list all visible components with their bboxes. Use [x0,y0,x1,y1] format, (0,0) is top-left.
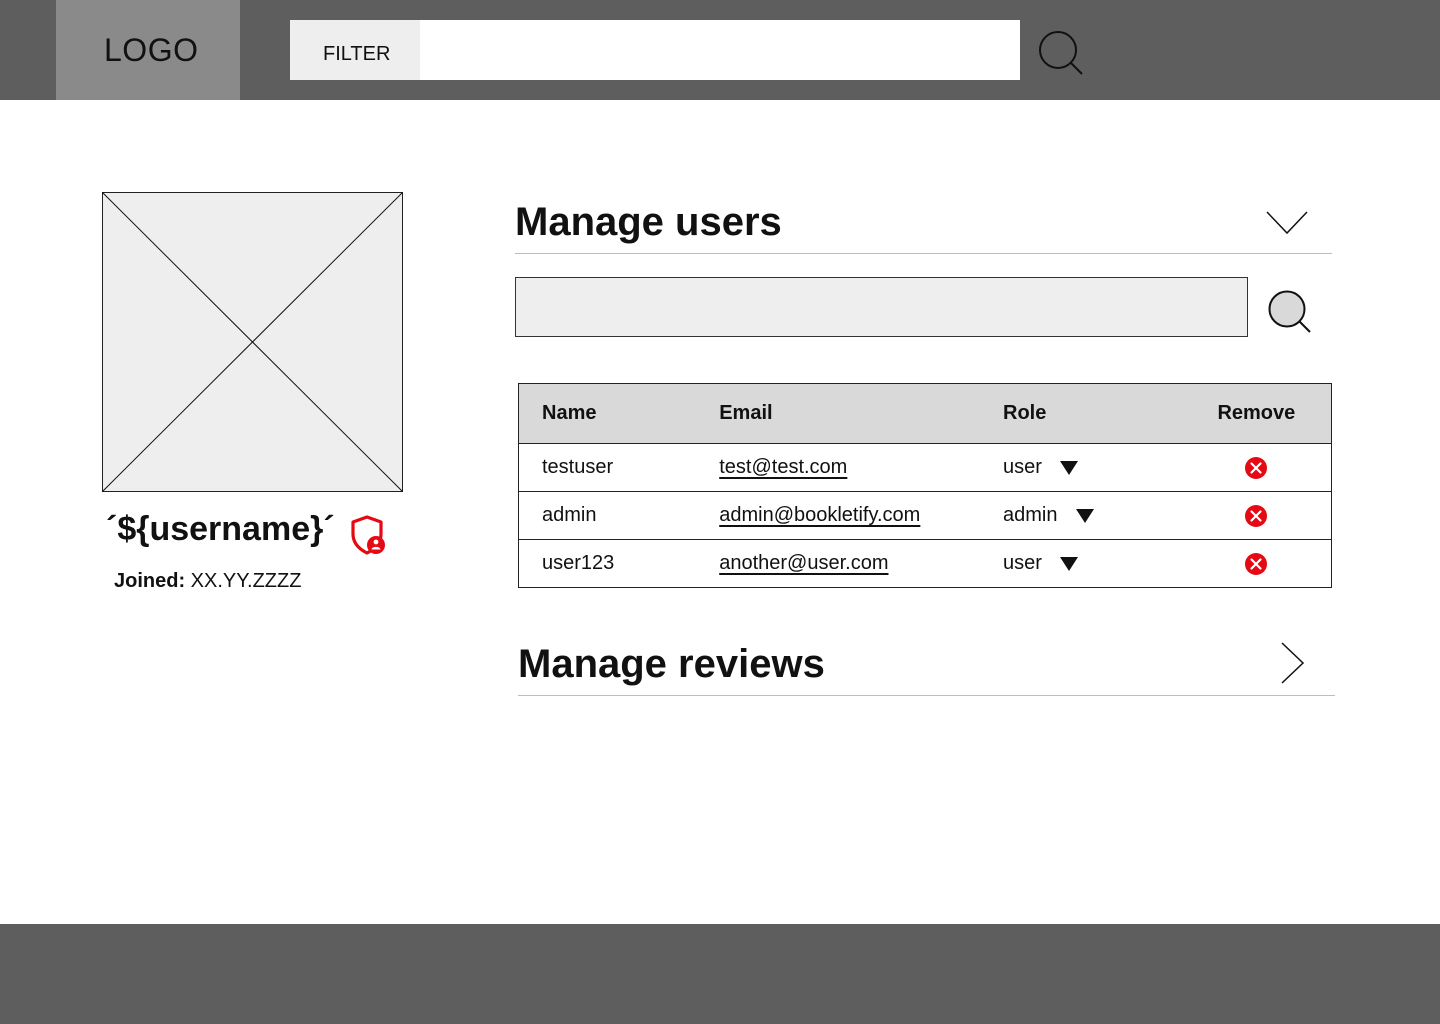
chevron-right-icon[interactable] [1278,640,1308,686]
user-email-cell: test@test.com [696,443,979,492]
user-email-link[interactable]: another@user.com [719,552,888,574]
table-row: user123 another@user.com user [519,540,1332,588]
user-remove-cell [1182,540,1332,588]
footer [0,924,1440,1024]
role-value: user [1003,456,1042,478]
dropdown-arrow-icon[interactable] [1075,508,1094,523]
table-row: testuser test@test.com user [518,443,1332,492]
user-search-input[interactable] [515,277,1248,337]
user-role-cell: user [978,443,1182,492]
users-table: Name Email Role Remove testuser test@tes… [518,383,1332,588]
filter-label[interactable]: FILTER [290,20,420,80]
user-remove-cell [1181,491,1332,540]
avatar-placeholder-image [102,192,403,492]
logo-text: LOGO [104,32,199,68]
joined-value: XX.YY.ZZZZ [185,570,302,592]
user-name-cell: testuser [518,443,697,492]
logo[interactable]: LOGO [56,0,240,100]
joined-date: Joined: XX.YY.ZZZZ [114,570,301,593]
user-role-cell: admin [978,491,1182,540]
profile-username: ´${username}´ [106,510,335,548]
table-header-row: Name Email Role Remove [518,383,1332,444]
user-remove-cell [1181,443,1332,492]
remove-circle-icon[interactable] [1244,552,1268,576]
role-dropdown[interactable]: admin [1003,504,1094,527]
remove-circle-icon[interactable] [1244,456,1268,480]
user-email-cell: another@user.com [696,540,978,588]
joined-label: Joined: [114,570,186,592]
dropdown-arrow-icon[interactable] [1059,556,1078,571]
user-name-cell: user123 [542,552,615,574]
filter-search-bar: FILTER [290,20,1020,80]
manage-reviews-divider [518,695,1335,696]
user-email-link[interactable]: admin@bookletify.com [719,504,920,526]
column-header-role[interactable]: Role [978,383,1182,444]
chevron-down-icon[interactable] [1264,208,1310,238]
role-value: user [1003,552,1042,574]
column-header-remove: Remove [1181,383,1332,444]
admin-profile-page: LOGO FILTER ´${username}´ Joined: XX.YY.… [0,0,1440,1024]
table-row: admin admin@bookletify.com admin [518,491,1332,540]
remove-circle-icon[interactable] [1244,504,1268,528]
search-icon[interactable] [1266,288,1314,336]
admin-shield-icon [351,515,385,555]
column-header-email[interactable]: Email [696,383,979,444]
filter-input[interactable] [420,20,1020,80]
role-value: admin [1003,504,1058,526]
role-dropdown[interactable]: user [1003,456,1078,479]
manage-users-title[interactable]: Manage users [515,200,782,245]
dropdown-arrow-icon[interactable] [1059,460,1078,475]
user-name-cell: admin [518,491,697,540]
user-email-cell: admin@bookletify.com [696,491,979,540]
role-dropdown[interactable]: user [1003,552,1078,575]
column-header-name[interactable]: Name [518,383,697,444]
user-role-cell: user [978,540,1182,588]
manage-users-divider [515,253,1332,254]
search-icon[interactable] [1038,30,1086,78]
top-navbar: LOGO FILTER [0,0,1440,100]
manage-reviews-title[interactable]: Manage reviews [518,642,825,687]
user-email-link[interactable]: test@test.com [719,456,847,478]
